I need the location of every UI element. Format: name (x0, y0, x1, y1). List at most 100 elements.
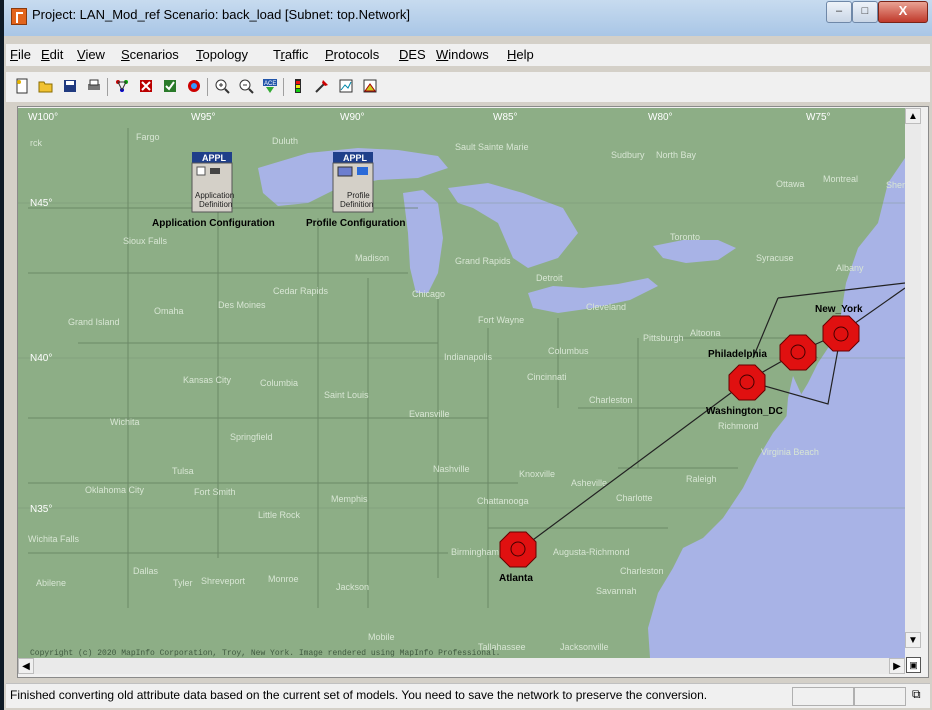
city-label: Duluth (272, 136, 298, 146)
profile-definition-text2: Definition (340, 200, 373, 209)
city-label: Savannah (596, 586, 637, 596)
menu-file-label: ile (17, 47, 31, 62)
city-label: Grand Island (68, 317, 120, 327)
node-model-icon[interactable] (184, 78, 204, 96)
router-label: Philadelphia (708, 349, 767, 360)
city-label: Columbus (548, 346, 589, 356)
menu-edit[interactable]: Edit (41, 47, 63, 62)
city-label: Des Moines (218, 300, 266, 310)
menu-help-key: H (507, 47, 517, 62)
menu-view[interactable]: View (77, 47, 105, 62)
profile-definition-text: Profile (347, 191, 370, 200)
city-label: Detroit (536, 273, 563, 283)
recover-node-icon[interactable] (160, 78, 180, 96)
city-label: Columbia (260, 378, 298, 388)
rapid-config-icon[interactable] (112, 78, 132, 96)
map-corner-icon[interactable]: ▣ (906, 657, 921, 673)
router-label: Washington_DC (706, 406, 783, 417)
longitude-label: W100° (28, 112, 58, 123)
city-label: Pittsburgh (643, 333, 684, 343)
city-label: Knoxville (519, 469, 555, 479)
scroll-down-button[interactable]: ▼ (905, 632, 921, 648)
city-label: Madison (355, 253, 389, 263)
city-label: Springfield (230, 432, 273, 442)
discrete-event-run-icon[interactable] (312, 78, 332, 96)
menu-help[interactable]: Help (507, 47, 534, 62)
configure-des-icon[interactable] (288, 78, 308, 96)
ace-import-icon[interactable]: ACE (260, 78, 280, 96)
zoom-out-icon[interactable] (236, 78, 256, 96)
menu-scenarios[interactable]: Scenarios (121, 47, 179, 62)
view-results-icon[interactable] (336, 78, 356, 96)
vertical-scrollbar[interactable]: ▲ ▼ (905, 108, 921, 648)
status-message: Finished converting old attribute data b… (10, 688, 708, 702)
app-definition-text: Application (195, 191, 234, 200)
status-pane (854, 687, 906, 706)
city-label: Altoona (690, 328, 721, 338)
menu-topology[interactable]: Topology (196, 47, 248, 62)
menu-traffic[interactable]: Traffic (273, 47, 308, 62)
toolbar-separator (283, 78, 284, 96)
city-label: North Bay (656, 150, 697, 160)
title-bar[interactable]: Project: LAN_Mod_ref Scenario: back_load… (4, 0, 932, 36)
latitude-label: N35° (30, 504, 52, 515)
menu-windows[interactable]: Windows (436, 47, 489, 62)
open-icon[interactable] (36, 78, 56, 96)
city-label: Richmond (718, 421, 759, 431)
toolbar: ACE (6, 72, 930, 102)
city-label: Albany (836, 263, 864, 273)
city-label: Evansville (409, 409, 450, 419)
city-label: Fargo (136, 132, 160, 142)
save-icon[interactable] (60, 78, 80, 96)
latitude-label: N40° (30, 353, 52, 364)
network-status-icon[interactable]: ⧉ (912, 687, 921, 702)
maximize-button[interactable]: □ (852, 1, 878, 23)
city-label: Raleigh (686, 474, 717, 484)
longitude-label: W75° (806, 112, 831, 123)
edit-graph-icon[interactable] (360, 78, 380, 96)
city-label: Cincinnati (527, 372, 567, 382)
toolbar-separator (107, 78, 108, 96)
menu-bar: File Edit View Scenarios Topology Traffi… (6, 44, 930, 66)
longitude-label: W85° (493, 112, 518, 123)
city-label: Charleston (620, 566, 664, 576)
minimize-button[interactable]: – (826, 1, 852, 23)
city-label: Cleveland (586, 302, 626, 312)
router-icon (779, 334, 817, 371)
city-label: Jackson (336, 582, 369, 592)
scroll-right-button[interactable]: ▶ (889, 658, 905, 674)
menu-windows-key: W (436, 47, 449, 62)
router-atlanta[interactable]: Atlanta (499, 531, 537, 584)
app-definition-text2: Definition (199, 200, 232, 209)
svg-text:ACE: ACE (264, 81, 276, 87)
scroll-left-button[interactable]: ◀ (18, 658, 34, 674)
city-label: Sudbury (611, 150, 645, 160)
zoom-in-icon[interactable] (212, 78, 232, 96)
city-label: Sher (886, 180, 905, 190)
menu-edit-label: dit (49, 47, 64, 62)
city-label: Monroe (268, 574, 299, 584)
menu-scenarios-key: S (121, 47, 130, 62)
horizontal-scrollbar[interactable]: ◀ ▶ (18, 658, 905, 674)
city-label: Charleston (589, 395, 633, 405)
city-label: Abilene (36, 578, 66, 588)
city-label: Wichita Falls (28, 534, 80, 544)
server-icon (210, 168, 220, 174)
menu-view-label: iew (85, 47, 105, 62)
menu-protocols-label: rotocols (333, 47, 380, 62)
network-map[interactable]: W100° W95° W90° W85° W80° W75° N45° N40°… (18, 108, 905, 658)
status-bar: Finished converting old attribute data b… (6, 683, 930, 708)
menu-protocols-key: P (325, 47, 334, 62)
print-icon[interactable] (84, 78, 104, 96)
city-label: Oklahoma City (85, 485, 145, 495)
close-button[interactable]: X (878, 1, 928, 23)
scroll-up-button[interactable]: ▲ (905, 108, 921, 124)
menu-scenarios-label: cenarios (129, 47, 179, 62)
menu-help-label: elp (516, 47, 534, 62)
menu-file[interactable]: File (10, 47, 31, 62)
fail-node-icon[interactable] (136, 78, 156, 96)
new-icon[interactable] (12, 78, 32, 96)
menu-protocols[interactable]: Protocols (325, 47, 379, 62)
menu-des[interactable]: DES (399, 47, 426, 62)
menu-traffic-label: affic (284, 47, 309, 62)
